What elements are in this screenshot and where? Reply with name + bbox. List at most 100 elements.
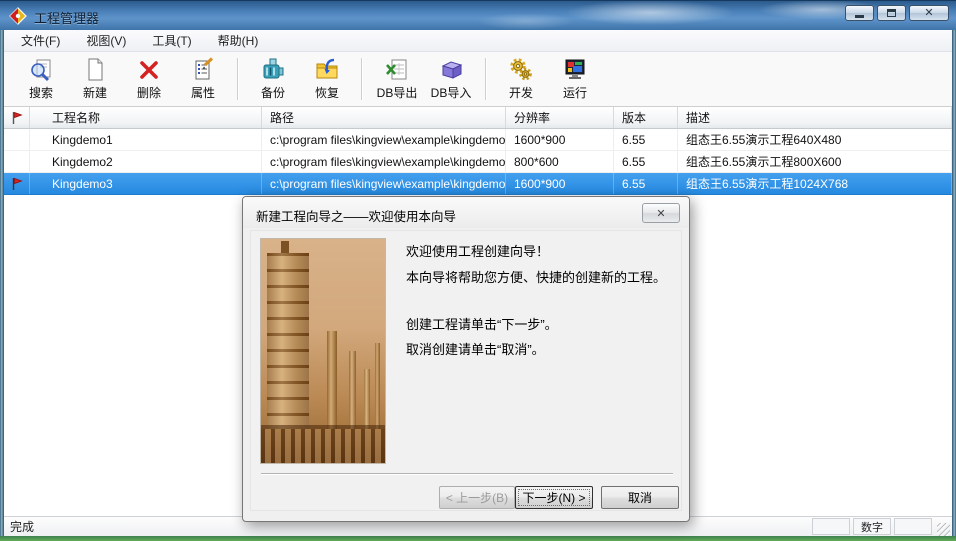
project-resolution-cell: 1600*900 xyxy=(506,129,614,150)
close-icon: ✕ xyxy=(924,8,933,19)
project-name-cell: Kingdemo3 xyxy=(30,173,262,194)
db-import-icon xyxy=(438,57,464,83)
table-header-row: 工程名称 路径 分辨率 版本 描述 xyxy=(4,107,952,129)
toolbar-search-button[interactable]: 搜索 xyxy=(15,55,67,103)
toolbar-delete-button[interactable]: 删除 xyxy=(123,55,175,103)
toolbar-button-label: 属性 xyxy=(191,84,215,101)
develop-gears-icon xyxy=(508,57,534,83)
photo-detail xyxy=(261,429,386,463)
current-project-flag-icon xyxy=(11,177,23,191)
column-header-version[interactable]: 版本 xyxy=(614,107,678,128)
title-bar[interactable]: 工程管理器 ✕ xyxy=(0,0,956,30)
table-row-kingdemo3-selected[interactable]: Kingdemo3 c:\program files\kingview\exam… xyxy=(4,173,952,195)
dialog-separator xyxy=(261,473,673,475)
run-icon xyxy=(562,57,588,83)
wizard-cancel-hint-line: 取消创建请单击“取消”。 xyxy=(406,339,545,358)
backup-icon xyxy=(260,57,286,83)
toolbar-button-label: 恢复 xyxy=(315,84,339,101)
toolbar-separator xyxy=(485,58,487,100)
status-panel-num: 数字 xyxy=(853,518,891,535)
toolbar-properties-button[interactable]: 属性 xyxy=(177,55,229,103)
toolbar-restore-button[interactable]: 恢复 xyxy=(301,55,353,103)
dialog-title: 新建工程向导之——欢迎使用本向导 xyxy=(256,206,456,225)
toolbar-button-label: 删除 xyxy=(137,84,161,101)
dialog-close-icon: ✕ xyxy=(656,207,665,220)
delete-icon xyxy=(136,57,162,83)
project-description-cell: 组态王6.55演示工程640X480 xyxy=(678,129,952,150)
project-description-cell: 组态王6.55演示工程1024X768 xyxy=(678,173,952,194)
next-button[interactable]: 下一步(N) > xyxy=(515,486,593,509)
project-path-cell: c:\program files\kingview\example\kingde… xyxy=(262,129,506,150)
project-path-cell: c:\program files\kingview\example\kingde… xyxy=(262,173,506,194)
minimize-icon xyxy=(855,15,864,18)
project-version-cell: 6.55 xyxy=(614,129,678,150)
menu-bar: 文件(F) 视图(V) 工具(T) 帮助(H) xyxy=(4,30,952,52)
table-row-kingdemo1[interactable]: Kingdemo1 c:\program files\kingview\exam… xyxy=(4,129,952,151)
toolbar-button-label: 备份 xyxy=(261,84,285,101)
db-export-icon xyxy=(384,57,410,83)
dialog-close-button[interactable]: ✕ xyxy=(642,203,680,223)
kingview-logo-icon xyxy=(9,7,27,25)
window-title: 工程管理器 xyxy=(34,8,99,27)
project-name-cell: Kingdemo2 xyxy=(30,151,262,172)
column-header-resolution[interactable]: 分辨率 xyxy=(506,107,614,128)
new-document-icon xyxy=(82,57,108,83)
resize-grip[interactable] xyxy=(937,523,950,536)
toolbar-button-label: 新建 xyxy=(83,84,107,101)
toolbar-button-label: DB导入 xyxy=(431,84,472,101)
toolbar-develop-button[interactable]: 开发 xyxy=(495,55,547,103)
search-icon xyxy=(28,57,54,83)
toolbar-button-label: 开发 xyxy=(509,84,533,101)
wizard-welcome-line: 欢迎使用工程创建向导！ xyxy=(406,241,549,260)
toolbar-run-button[interactable]: 运行 xyxy=(549,55,601,103)
project-resolution-cell: 1600*900 xyxy=(506,173,614,194)
window-border-bottom xyxy=(0,536,956,541)
maximize-icon xyxy=(887,9,896,17)
current-project-flag-icon xyxy=(11,111,23,125)
window-border-left xyxy=(0,30,4,537)
wizard-help-line: 本向导将帮助您方便、快捷的创建新的工程。 xyxy=(406,267,666,286)
column-header-flag[interactable] xyxy=(4,107,30,128)
toolbar-separator xyxy=(361,58,363,100)
properties-icon xyxy=(190,57,216,83)
titlebar-cloud-texture xyxy=(0,1,956,30)
column-header-description[interactable]: 描述 xyxy=(678,107,952,128)
column-header-path[interactable]: 路径 xyxy=(262,107,506,128)
toolbar-db-import-button[interactable]: DB导入 xyxy=(425,55,477,103)
table-row-kingdemo2[interactable]: Kingdemo2 c:\program files\kingview\exam… xyxy=(4,151,952,173)
menu-help[interactable]: 帮助(H) xyxy=(209,30,268,51)
new-project-wizard-dialog: 新建工程向导之——欢迎使用本向导 ✕ 欢迎使用工程创建向导！ 本向导将帮助您方便… xyxy=(242,196,690,522)
menu-view[interactable]: 视图(V) xyxy=(77,30,135,51)
menu-file[interactable]: 文件(F) xyxy=(12,30,69,51)
wizard-create-hint-line: 创建工程请单击“下一步”。 xyxy=(406,314,558,333)
restore-icon xyxy=(314,57,340,83)
row-flag-cell xyxy=(4,129,30,150)
app-window: 工程管理器 ✕ 文件(F) 视图(V) 工具(T) 帮助(H) 搜索 xyxy=(0,0,956,541)
toolbar-db-export-button[interactable]: DB导出 xyxy=(371,55,423,103)
toolbar-separator xyxy=(237,58,239,100)
dialog-title-bar[interactable]: 新建工程向导之——欢迎使用本向导 ✕ xyxy=(243,197,689,228)
toolbar-backup-button[interactable]: 备份 xyxy=(247,55,299,103)
project-resolution-cell: 800*600 xyxy=(506,151,614,172)
project-version-cell: 6.55 xyxy=(614,173,678,194)
window-controls: ✕ xyxy=(845,5,949,21)
refinery-photo xyxy=(260,238,386,464)
toolbar: 搜索 新建 删除 xyxy=(4,52,952,107)
close-button[interactable]: ✕ xyxy=(909,5,949,21)
menu-tools[interactable]: 工具(T) xyxy=(143,30,200,51)
toolbar-button-label: DB导出 xyxy=(377,84,418,101)
project-path-cell: c:\program files\kingview\example\kingde… xyxy=(262,151,506,172)
maximize-button[interactable] xyxy=(877,5,906,21)
column-header-name[interactable]: 工程名称 xyxy=(30,107,262,128)
back-button[interactable]: < 上一步(B) xyxy=(439,486,515,509)
window-border-right xyxy=(952,30,956,537)
project-name-cell: Kingdemo1 xyxy=(30,129,262,150)
minimize-button[interactable] xyxy=(845,5,874,21)
toolbar-button-label: 搜索 xyxy=(29,84,53,101)
cancel-button[interactable]: 取消 xyxy=(601,486,679,509)
row-flag-cell xyxy=(4,151,30,172)
status-panel-caps xyxy=(812,518,850,535)
toolbar-new-button[interactable]: 新建 xyxy=(69,55,121,103)
row-flag-cell xyxy=(4,173,30,194)
project-description-cell: 组态王6.55演示工程800X600 xyxy=(678,151,952,172)
